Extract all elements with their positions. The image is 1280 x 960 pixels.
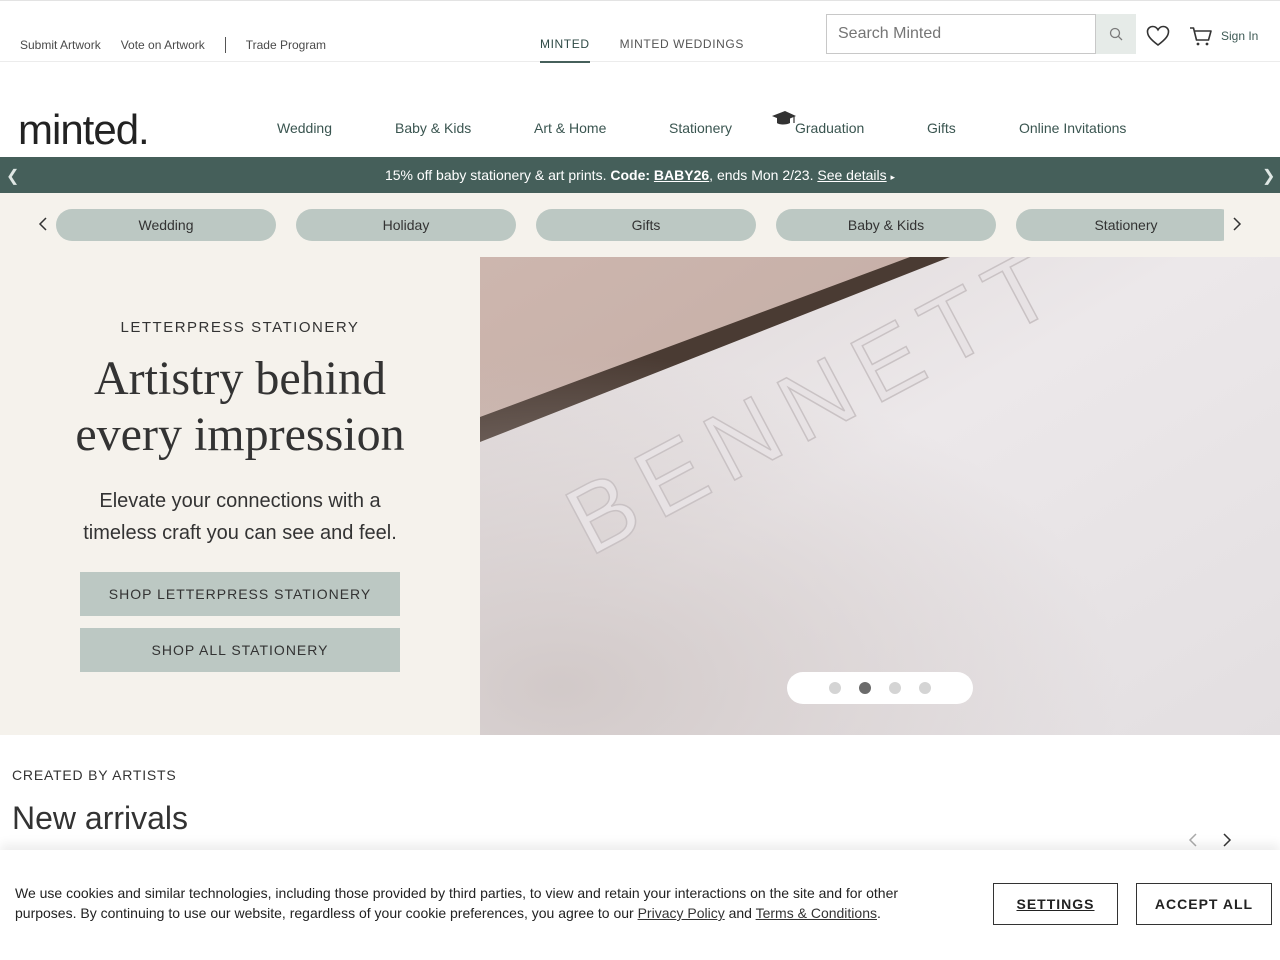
see-details-link[interactable]: See details bbox=[817, 167, 886, 183]
cart-icon[interactable] bbox=[1189, 26, 1213, 46]
privacy-policy-link[interactable]: Privacy Policy bbox=[638, 905, 725, 921]
nav-online-invitations[interactable]: Online Invitations bbox=[1019, 120, 1126, 136]
utility-links: Submit Artwork Vote on Artwork Trade Pro… bbox=[20, 37, 346, 53]
carousel-dots bbox=[787, 672, 973, 704]
arrivals-prev-chevron-left-icon[interactable] bbox=[1188, 833, 1198, 847]
minted-logo[interactable]: minted. bbox=[18, 106, 150, 154]
search-input[interactable] bbox=[826, 14, 1096, 54]
hero-headline: Artistry behind every impression bbox=[75, 352, 405, 461]
promo-text: 15% off baby stationery & art prints. Co… bbox=[384, 167, 896, 183]
arrivals-next-chevron-right-icon[interactable] bbox=[1222, 833, 1232, 847]
carousel-dot-1[interactable] bbox=[829, 682, 841, 694]
promo-banner: ❮ 15% off baby stationery & art prints. … bbox=[0, 157, 1280, 193]
trade-program-link[interactable]: Trade Program bbox=[246, 38, 326, 52]
section-eyebrow: CREATED BY ARTISTS bbox=[12, 767, 177, 783]
vote-artwork-link[interactable]: Vote on Artwork bbox=[121, 38, 205, 52]
accept-all-button[interactable]: ACCEPT ALL bbox=[1136, 883, 1272, 925]
submit-artwork-link[interactable]: Submit Artwork bbox=[20, 38, 101, 52]
pill-stationery[interactable]: Stationery bbox=[1016, 209, 1224, 241]
sign-in-link[interactable]: Sign In bbox=[1221, 29, 1258, 43]
shop-all-stationery-button[interactable]: SHOP ALL STATIONERY bbox=[80, 628, 400, 672]
shop-letterpress-button[interactable]: SHOP LETTERPRESS STATIONERY bbox=[80, 572, 400, 616]
chevron-left-icon[interactable] bbox=[38, 217, 48, 231]
nav-graduation[interactable]: Graduation bbox=[795, 120, 864, 136]
utility-divider bbox=[224, 37, 226, 53]
terms-link[interactable]: Terms & Conditions bbox=[756, 905, 877, 921]
cookie-settings-button[interactable]: SETTINGS bbox=[993, 883, 1118, 925]
nav-art-home[interactable]: Art & Home bbox=[534, 120, 606, 136]
promo-prev-chevron-left-icon[interactable]: ❮ bbox=[6, 166, 19, 186]
tab-minted-weddings[interactable]: MINTED WEDDINGS bbox=[620, 37, 744, 63]
search-icon bbox=[1109, 27, 1123, 41]
utility-bar: Submit Artwork Vote on Artwork Trade Pro… bbox=[0, 0, 1280, 63]
promo-code: BABY26 bbox=[653, 167, 710, 183]
tab-minted[interactable]: MINTED bbox=[540, 37, 590, 63]
nav-wedding[interactable]: Wedding bbox=[277, 120, 332, 136]
nav-gifts[interactable]: Gifts bbox=[927, 120, 956, 136]
hero-eyebrow: LETTERPRESS STATIONERY bbox=[120, 319, 360, 336]
section-title: New arrivals bbox=[12, 800, 189, 836]
graduation-cap-icon bbox=[772, 111, 796, 125]
pill-wedding[interactable]: Wedding bbox=[56, 209, 276, 241]
carousel-dot-2[interactable] bbox=[859, 682, 871, 694]
hero-text-panel: LETTERPRESS STATIONERY Artistry behind e… bbox=[0, 257, 480, 735]
cookie-banner: We use cookies and similar technologies,… bbox=[0, 850, 1280, 960]
pill-gifts[interactable]: Gifts bbox=[536, 209, 756, 241]
caret-right-icon: ▸ bbox=[890, 172, 896, 182]
carousel-dot-3[interactable] bbox=[889, 682, 901, 694]
pill-baby-kids[interactable]: Baby & Kids bbox=[776, 209, 996, 241]
search-button[interactable] bbox=[1096, 14, 1136, 54]
nav-stationery[interactable]: Stationery bbox=[669, 120, 732, 136]
site-tabs: MINTED MINTED WEDDINGS bbox=[540, 37, 774, 63]
category-pill-bar: Wedding Holiday Gifts Baby & Kids Statio… bbox=[0, 193, 1280, 257]
carousel-dot-4[interactable] bbox=[919, 682, 931, 694]
heart-icon[interactable] bbox=[1146, 25, 1170, 47]
pill-holiday[interactable]: Holiday bbox=[296, 209, 516, 241]
nav-baby-kids[interactable]: Baby & Kids bbox=[395, 120, 471, 136]
promo-next-chevron-right-icon[interactable]: ❯ bbox=[1262, 166, 1275, 186]
chevron-right-icon[interactable] bbox=[1232, 217, 1242, 231]
hero-image: BENNETT bbox=[480, 257, 1280, 735]
category-pills: Wedding Holiday Gifts Baby & Kids Statio… bbox=[56, 209, 1224, 241]
hero-subline: Elevate your connections with a timeless… bbox=[83, 490, 397, 544]
cookie-text: We use cookies and similar technologies,… bbox=[15, 885, 899, 921]
